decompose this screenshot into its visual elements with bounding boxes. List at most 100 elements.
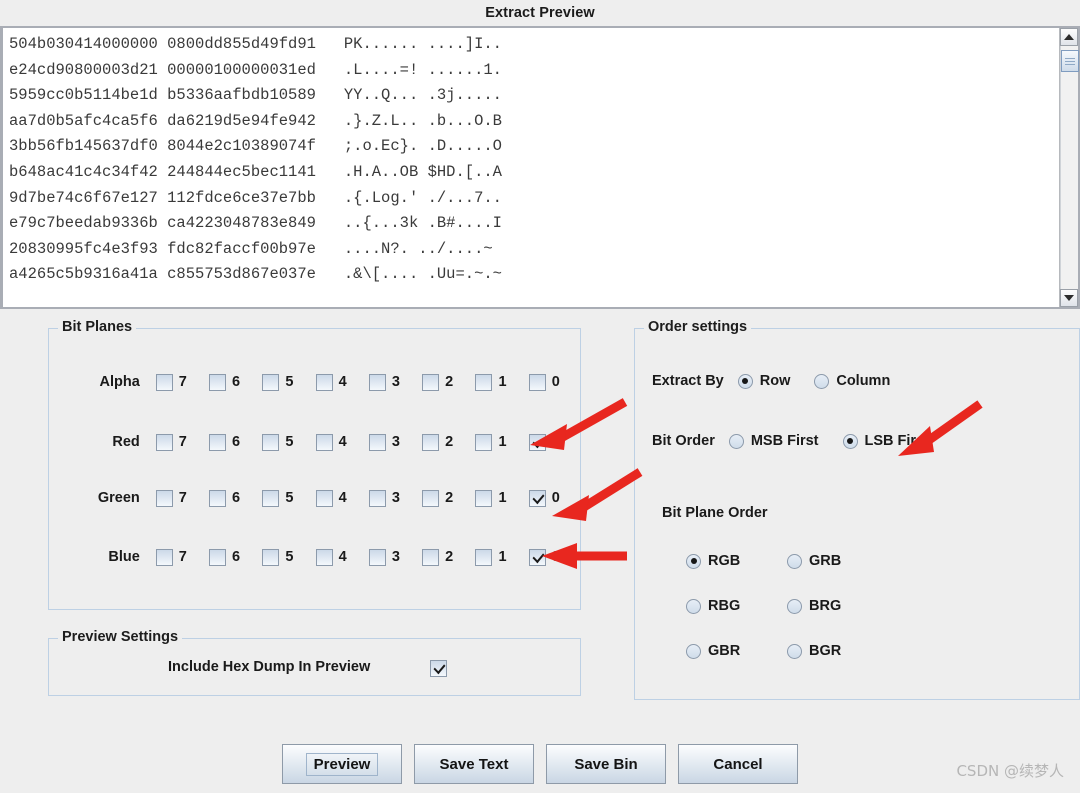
checkbox-alpha-bit-4[interactable] xyxy=(315,373,333,391)
radio-grb-label: GRB xyxy=(809,553,842,569)
checkbox-blue-bit-3[interactable] xyxy=(368,548,386,566)
bit-plane-cell: 0 xyxy=(528,433,582,451)
checkbox-green-bit-0[interactable] xyxy=(528,489,546,507)
cancel-button[interactable]: Cancel xyxy=(678,744,798,784)
scrollbar-track[interactable] xyxy=(1060,46,1079,289)
radio-extract-by-row[interactable] xyxy=(737,373,753,389)
radio-rgb[interactable] xyxy=(686,553,701,569)
bit-plane-cell: 2 xyxy=(422,373,475,391)
bit-plane-channel-label: Red xyxy=(112,434,140,450)
bit-index-label: 7 xyxy=(178,490,187,506)
checkbox-green-bit-6[interactable] xyxy=(209,489,227,507)
checkbox-green-bit-4[interactable] xyxy=(315,489,333,507)
checkbox-blue-bit-6[interactable] xyxy=(209,548,227,566)
bit-plane-order-bgr[interactable]: BGR xyxy=(787,643,841,659)
bit-index-label: 2 xyxy=(445,374,454,390)
scroll-down-arrow-icon xyxy=(1064,295,1074,301)
bit-index-label: 7 xyxy=(178,549,187,565)
scrollbar-thumb[interactable] xyxy=(1061,50,1079,72)
radio-rbg[interactable] xyxy=(686,598,701,614)
save-text-button-label: Save Text xyxy=(439,755,509,773)
checkbox-alpha-bit-2[interactable] xyxy=(422,373,440,391)
include-hex-dump-checkbox[interactable] xyxy=(430,660,447,677)
hex-dump-line: b648ac41c4c34f42 244844ec5bec1141 .H.A..… xyxy=(9,162,502,181)
checkbox-alpha-bit-3[interactable] xyxy=(368,373,386,391)
scroll-up-button[interactable] xyxy=(1060,28,1078,46)
preview-vertical-scrollbar[interactable] xyxy=(1059,28,1079,307)
checkbox-red-bit-3[interactable] xyxy=(368,433,386,451)
bit-index-label: 1 xyxy=(498,434,507,450)
bit-plane-cell: 2 xyxy=(422,433,475,451)
radio-lsb-first[interactable] xyxy=(842,433,858,449)
bit-index-label: 3 xyxy=(391,434,400,450)
extract-by-row: Extract By Row Column xyxy=(652,373,890,389)
checkbox-red-bit-5[interactable] xyxy=(262,433,280,451)
checkbox-green-bit-5[interactable] xyxy=(262,489,280,507)
bit-plane-cell: 7 xyxy=(155,373,209,391)
checkbox-red-bit-6[interactable] xyxy=(209,433,227,451)
bit-plane-cell: 5 xyxy=(262,548,315,566)
checkbox-blue-bit-4[interactable] xyxy=(315,548,333,566)
bit-plane-cell: 6 xyxy=(209,548,262,566)
checkbox-red-bit-1[interactable] xyxy=(475,433,493,451)
bit-index-label: 4 xyxy=(338,374,347,390)
hex-dump-line: e24cd90800003d21 00000100000031ed .L....… xyxy=(9,60,502,79)
hex-dump-textarea[interactable]: 504b030414000000 0800dd855d49fd91 PK....… xyxy=(3,28,1059,307)
extract-by-label: Extract By xyxy=(652,373,724,389)
save-bin-button[interactable]: Save Bin xyxy=(546,744,666,784)
checkbox-blue-bit-1[interactable] xyxy=(475,548,493,566)
checkbox-alpha-bit-6[interactable] xyxy=(209,373,227,391)
checkbox-blue-bit-2[interactable] xyxy=(422,548,440,566)
checkbox-alpha-bit-5[interactable] xyxy=(262,373,280,391)
checkbox-green-bit-1[interactable] xyxy=(475,489,493,507)
bit-index-label: 3 xyxy=(391,549,400,565)
save-text-button[interactable]: Save Text xyxy=(414,744,534,784)
bit-index-label: 6 xyxy=(232,434,241,450)
checkbox-blue-bit-5[interactable] xyxy=(262,548,280,566)
scroll-up-arrow-icon xyxy=(1064,34,1074,40)
cancel-button-label: Cancel xyxy=(713,755,763,773)
radio-grb[interactable] xyxy=(787,553,802,569)
scroll-down-button[interactable] xyxy=(1060,289,1078,307)
checkbox-red-bit-4[interactable] xyxy=(315,433,333,451)
checkbox-red-bit-0[interactable] xyxy=(528,433,546,451)
checkbox-red-bit-7[interactable] xyxy=(155,433,173,451)
bit-plane-order-rbg[interactable]: RBG xyxy=(686,598,740,614)
bit-plane-channel-label: Green xyxy=(97,490,140,506)
checkbox-alpha-bit-1[interactable] xyxy=(475,373,493,391)
checkbox-blue-bit-0[interactable] xyxy=(528,548,546,566)
bit-plane-order-grb[interactable]: GRB xyxy=(787,553,841,569)
checkbox-alpha-bit-7[interactable] xyxy=(155,373,173,391)
preview-button[interactable]: Preview xyxy=(282,744,402,784)
checkbox-alpha-bit-0[interactable] xyxy=(528,373,546,391)
checkbox-green-bit-2[interactable] xyxy=(422,489,440,507)
bit-index-label: 0 xyxy=(551,549,560,565)
dialog-button-bar: Preview Save Text Save Bin Cancel xyxy=(0,744,1080,788)
radio-brg[interactable] xyxy=(787,598,802,614)
bit-plane-cell: 4 xyxy=(315,373,369,391)
checkbox-green-bit-7[interactable] xyxy=(155,489,173,507)
bit-planes-group: Bit Planes Alpha 7 6 5 4 3 2 1 0 Red 7 6 5 4 3 2 1 0 Green… xyxy=(48,319,582,610)
bit-index-label: 3 xyxy=(391,490,400,506)
radio-extract-by-column[interactable] xyxy=(814,373,830,389)
bit-plane-order-gbr[interactable]: GBR xyxy=(686,643,740,659)
hex-dump-line: 5959cc0b5114be1d b5336aafbdb10589 YY..Q.… xyxy=(9,86,502,105)
bit-index-label: 4 xyxy=(338,434,347,450)
bit-index-label: 7 xyxy=(178,374,187,390)
radio-gbr-label: GBR xyxy=(708,643,741,659)
radio-gbr[interactable] xyxy=(686,643,701,659)
bit-plane-order-brg[interactable]: BRG xyxy=(787,598,841,614)
include-hex-dump-label: Include Hex Dump In Preview xyxy=(168,659,371,675)
bit-index-label: 1 xyxy=(498,549,507,565)
bit-plane-row-red: Red 7 6 5 4 3 2 1 0 xyxy=(49,429,582,455)
bit-plane-order-rgb[interactable]: RGB xyxy=(686,553,740,569)
bit-index-label: 4 xyxy=(338,549,347,565)
bit-plane-cell: 1 xyxy=(475,433,528,451)
radio-msb-first[interactable] xyxy=(728,433,744,449)
csdn-watermark: CSDN @续梦人 xyxy=(956,762,1064,780)
bit-index-label: 6 xyxy=(232,490,241,506)
checkbox-green-bit-3[interactable] xyxy=(368,489,386,507)
radio-bgr[interactable] xyxy=(787,643,802,659)
checkbox-blue-bit-7[interactable] xyxy=(155,548,173,566)
checkbox-red-bit-2[interactable] xyxy=(422,433,440,451)
